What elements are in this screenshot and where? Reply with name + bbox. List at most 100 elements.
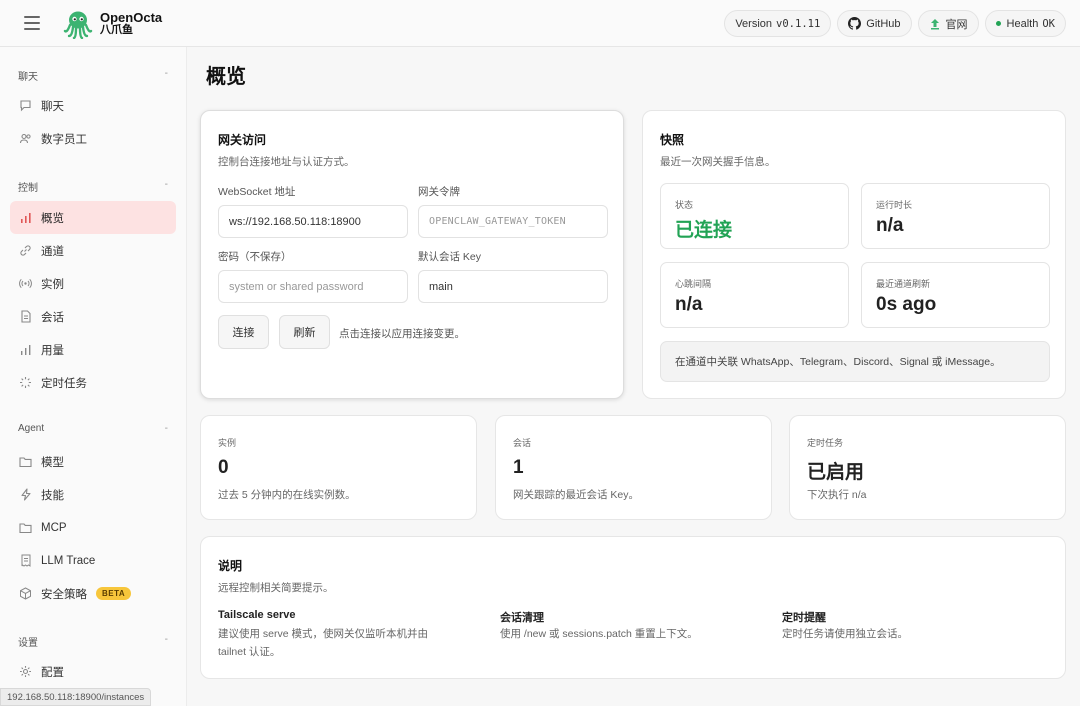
stat-label: 心跳间隔 (675, 279, 712, 289)
sidebar-item-label: 技能 (41, 489, 64, 502)
sidebar-item-label: 安全策略 (41, 588, 87, 601)
sidebar-item-security-policy[interactable]: 安全策略 BETA (10, 577, 176, 610)
website-icon (930, 18, 939, 29)
gateway-token-input[interactable] (418, 205, 608, 238)
metric-value: 已启用 (807, 462, 865, 483)
sidebar-item-channels[interactable]: 通道 (10, 234, 176, 267)
stat-value: 0s ago (876, 294, 937, 315)
collapse-icon[interactable]: - (165, 634, 168, 649)
sidebar-item-mcp[interactable]: MCP (10, 511, 176, 544)
sidebar-group-agent[interactable]: Agent - (18, 423, 168, 434)
sidebar-item-instances[interactable]: 实例 (10, 267, 176, 300)
app-subname: 八爪鱼 (100, 24, 133, 36)
metric-card-sessions: 会话 1 网关跟踪的最近会话 Key。 (495, 415, 772, 520)
menu-icon[interactable] (24, 16, 40, 30)
collapse-icon[interactable]: - (165, 423, 168, 434)
stat-value: n/a (675, 294, 703, 315)
metric-description: 网关跟踪的最近会话 Key。 (513, 489, 640, 501)
sidebar-item-label: 定时任务 (41, 377, 87, 390)
metric-description: 过去 5 分钟内的在线实例数。 (218, 489, 356, 501)
note-description: 建议使用 serve 模式，使网关仅监听本机并由 tailnet 认证。 (218, 625, 428, 661)
version-pill: Version v0.1.11 (724, 10, 832, 37)
gear-icon (19, 665, 32, 678)
app-logo[interactable]: OpenOcta 八爪鱼 (63, 9, 162, 39)
sidebar-item-cron[interactable]: 定时任务 (10, 366, 176, 399)
collapse-icon[interactable]: - (165, 68, 168, 83)
note-line: tailnet 认证。 (218, 646, 281, 658)
stat-value: 已连接 (675, 220, 733, 241)
bar-chart-icon (19, 211, 32, 224)
sidebar-item-chat[interactable]: 聊天 (10, 89, 176, 122)
sidebar-item-label: 实例 (41, 278, 64, 291)
card-subtitle: 远程控制相关简要提示。 (218, 582, 334, 594)
folder-icon (19, 521, 32, 534)
github-button[interactable]: GitHub (837, 10, 912, 37)
refresh-button[interactable]: 刷新 (279, 315, 330, 349)
connect-button[interactable]: 连接 (218, 315, 269, 349)
status-bar-url: 192.168.50.118:18900/instances (0, 688, 152, 706)
sidebar-item-label: 用量 (41, 344, 64, 357)
sidebar-item-skills[interactable]: 技能 (10, 478, 176, 511)
receipt-icon (19, 554, 32, 567)
session-key-input[interactable] (418, 270, 608, 303)
note-description: 定时任务请使用独立会话。 (782, 625, 908, 643)
metric-label: 会话 (513, 438, 532, 448)
users-icon (19, 132, 32, 145)
sidebar-item-models[interactable]: 模型 (10, 445, 176, 478)
metric-card-cron: 定时任务 已启用 下次执行 n/a (789, 415, 1066, 520)
sidebar-item-sessions[interactable]: 会话 (10, 300, 176, 333)
website-button[interactable]: 官网 (917, 10, 979, 37)
card-title: 快照 (660, 133, 685, 147)
stat-channel-refresh: 最近通道刷新 0s ago (861, 262, 1050, 328)
session-key-label: 默认会话 Key (418, 251, 482, 263)
note-line: 使用 /new 或 sessions.patch 重置上下文。 (500, 628, 698, 640)
sidebar-item-label: LLM Trace (41, 554, 96, 567)
bar-chart-icon (19, 343, 32, 356)
sidebar-item-label: 概览 (41, 212, 64, 225)
beta-badge: BETA (96, 587, 132, 600)
health-pill[interactable]: Health OK (984, 10, 1066, 37)
sidebar-item-usage[interactable]: 用量 (10, 333, 176, 366)
card-title: 说明 (218, 559, 243, 573)
notes-card: 说明 远程控制相关简要提示。 Tailscale serve 建议使用 serv… (200, 536, 1066, 679)
note-title: 定时提醒 (782, 612, 826, 624)
link-icon (19, 244, 32, 257)
health-label: Health (1006, 17, 1039, 30)
health-dot-icon (995, 21, 1001, 26)
collapse-icon[interactable]: - (165, 179, 168, 194)
sidebar-group-settings[interactable]: 设置 - (18, 634, 168, 649)
card-subtitle: 控制台连接地址与认证方式。 (218, 156, 355, 168)
github-icon (848, 17, 862, 30)
stat-label: 运行时长 (876, 200, 913, 210)
stat-label: 状态 (675, 200, 694, 210)
note-line: 定时任务请使用独立会话。 (782, 628, 908, 640)
stat-status: 状态 已连接 (660, 183, 849, 249)
sidebar-item-digital-staff[interactable]: 数字员工 (10, 122, 176, 155)
group-label: 设置 (18, 638, 38, 649)
note-description: 使用 /new 或 sessions.patch 重置上下文。 (500, 625, 698, 643)
group-label: 控制 (18, 183, 38, 194)
version-label: Version (735, 17, 773, 30)
sidebar-item-label: 通道 (41, 245, 64, 258)
github-label: GitHub (866, 17, 901, 30)
gateway-access-card: 网关访问 控制台连接地址与认证方式。 WebSocket 地址 网关令牌 密码（… (200, 110, 624, 399)
sidebar-item-label: 聊天 (41, 100, 64, 113)
metric-value: 1 (513, 457, 524, 478)
sidebar-group-control[interactable]: 控制 - (18, 179, 168, 194)
card-title: 网关访问 (218, 133, 267, 147)
websocket-label: WebSocket 地址 (218, 186, 296, 198)
sidebar-item-llm-trace[interactable]: LLM Trace (10, 544, 176, 577)
sidebar-item-config[interactable]: 配置 (10, 655, 176, 688)
sidebar-item-overview[interactable]: 概览 (10, 201, 176, 234)
bolt-icon (19, 488, 32, 501)
app-name: OpenOcta (100, 10, 163, 25)
website-label: 官网 (945, 18, 968, 31)
page-title: 概览 (206, 66, 246, 88)
sidebar-group-chat[interactable]: 聊天 - (18, 68, 168, 83)
metric-label: 实例 (218, 438, 237, 448)
websocket-url-input[interactable] (218, 205, 408, 238)
token-label: 网关令牌 (418, 186, 460, 198)
password-input[interactable] (218, 270, 408, 303)
connect-hint: 点击连接以应用连接变更。 (339, 328, 465, 340)
group-label: 聊天 (18, 72, 38, 83)
